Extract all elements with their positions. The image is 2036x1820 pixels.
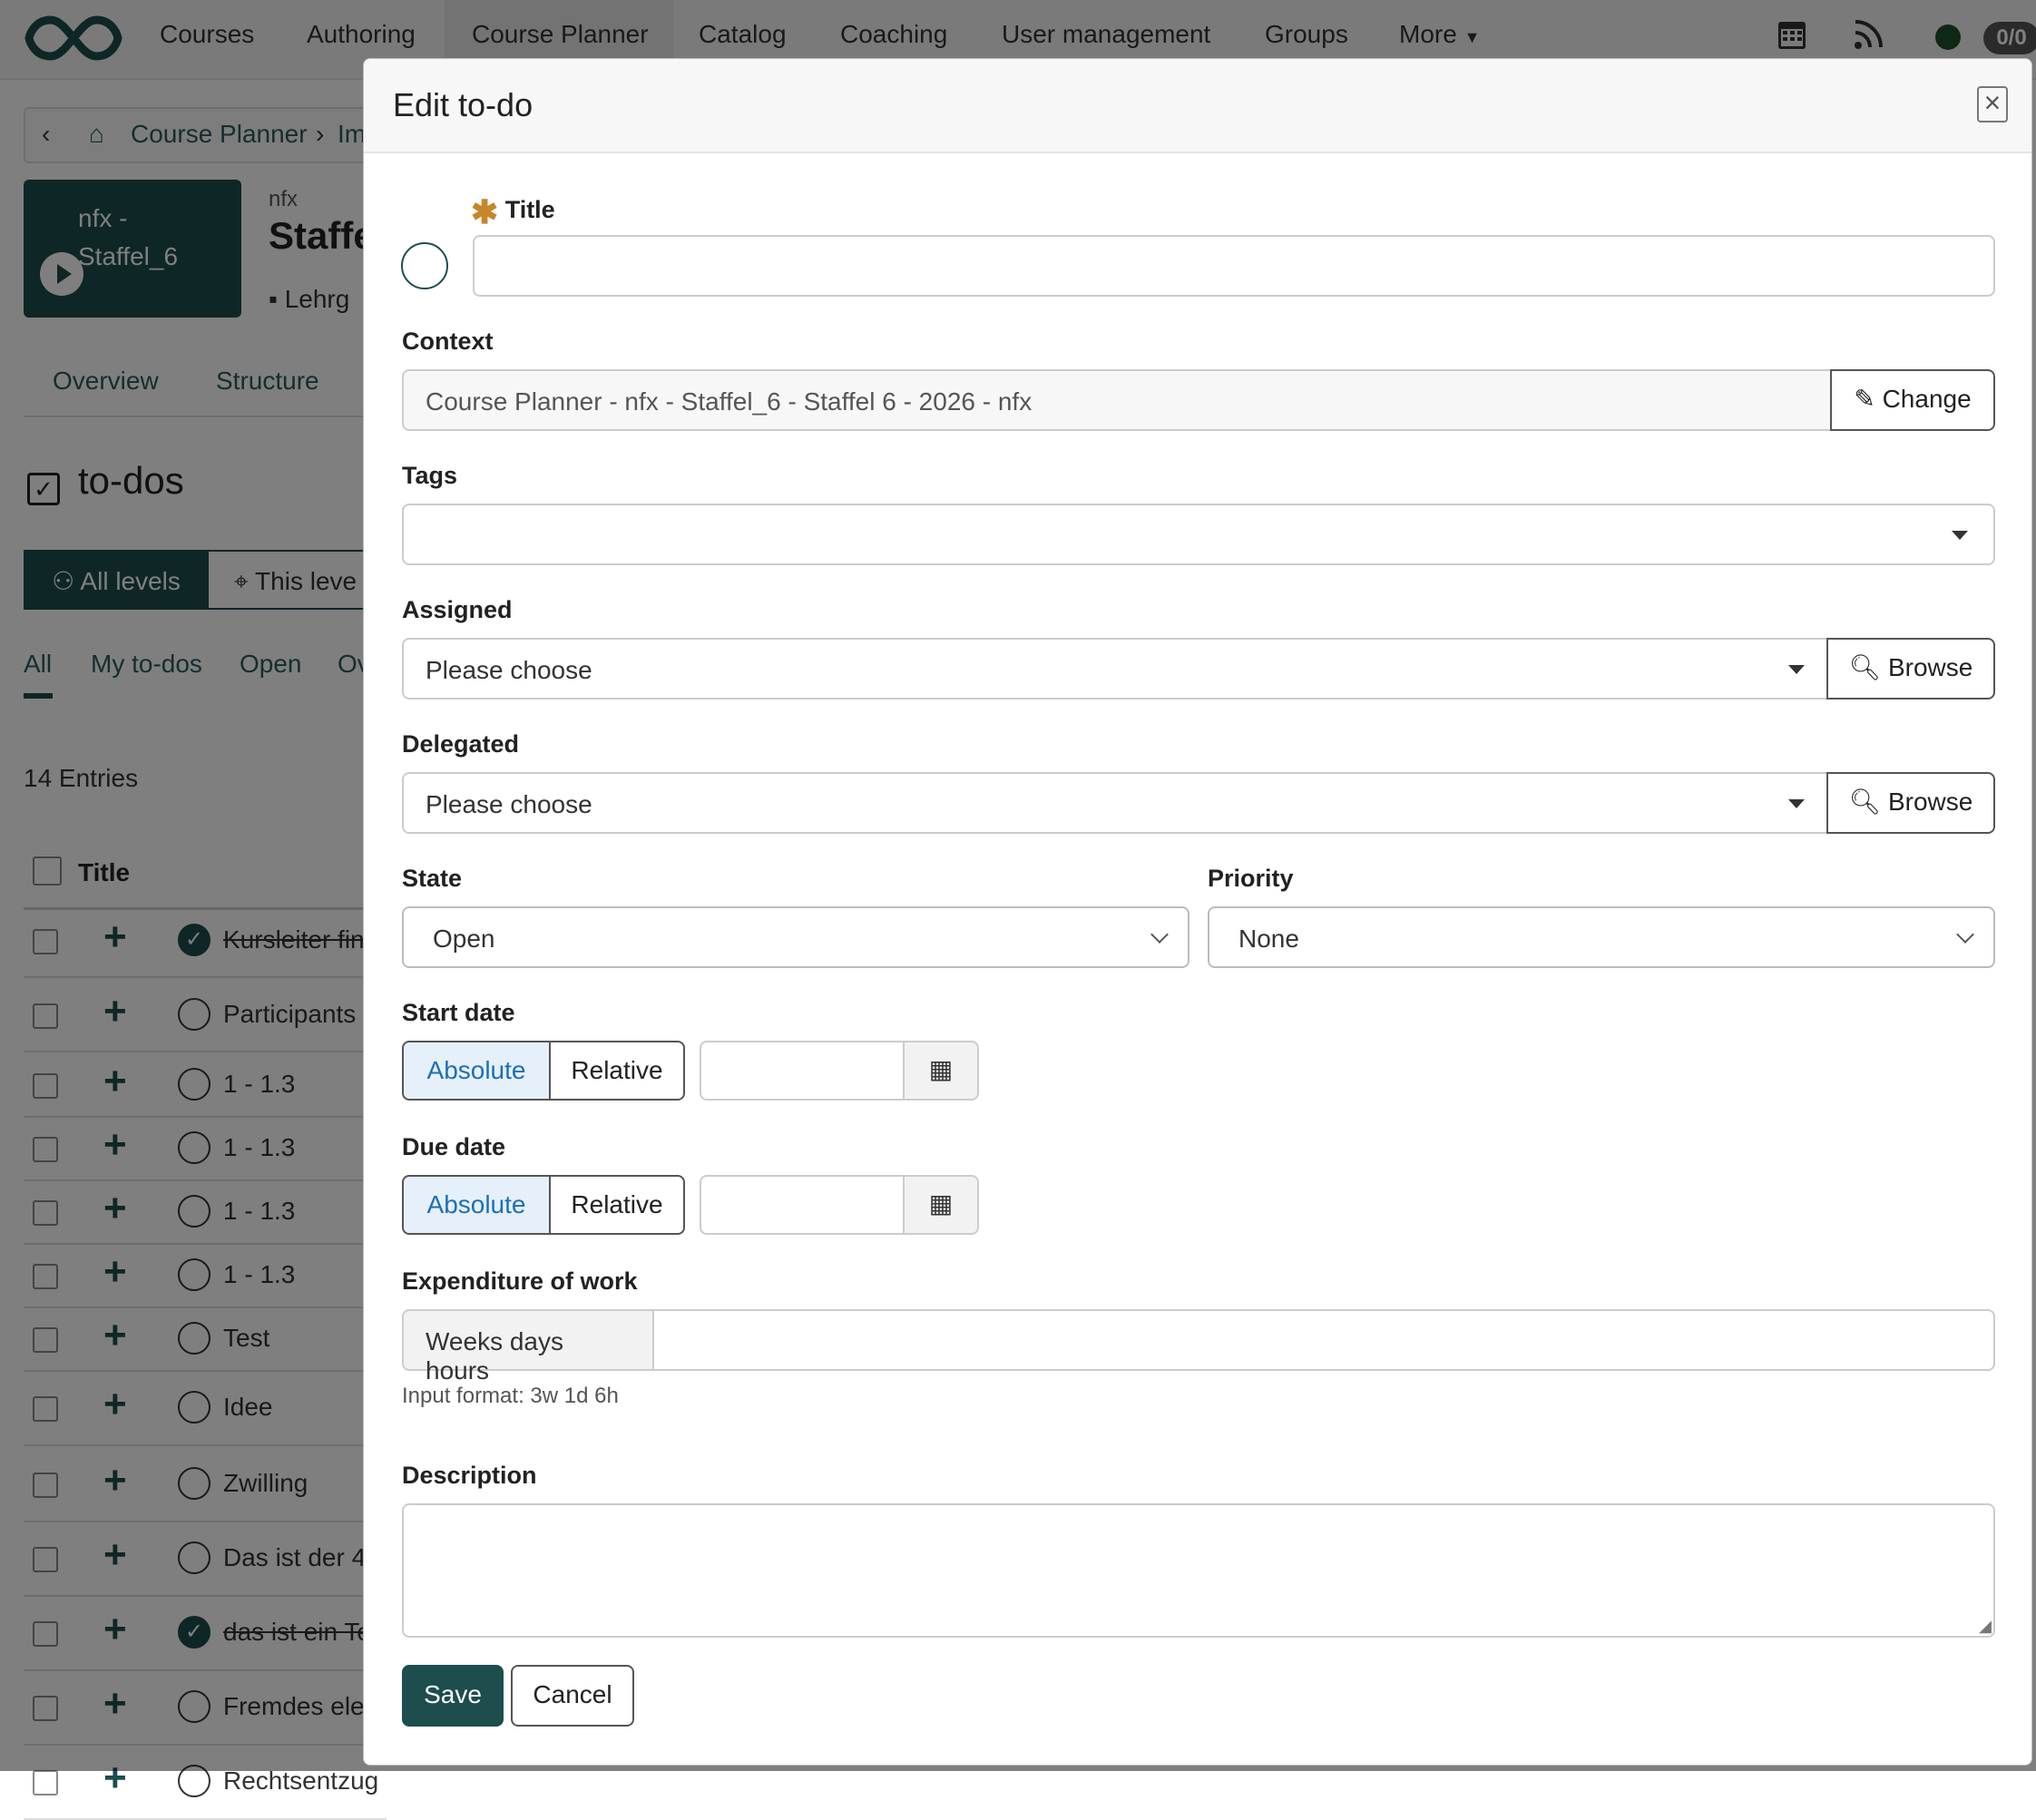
search-icon: 🔍︎	[1848, 653, 1888, 681]
start-relative-toggle[interactable]: Relative	[549, 1041, 685, 1101]
work-label: Expenditure of work	[402, 1267, 638, 1295]
delegated-select[interactable]: Please choose	[402, 772, 1828, 834]
work-addon: Weeks days hours	[402, 1309, 656, 1385]
priority-value: None	[1238, 925, 1299, 953]
work-help: Input format: 3w 1d 6h	[402, 1384, 619, 1408]
tags-select[interactable]	[402, 504, 1995, 565]
due-calendar-icon[interactable]: ▦	[903, 1175, 979, 1235]
priority-chevron-icon	[1956, 925, 1974, 944]
start-date-label: Start date	[402, 999, 515, 1026]
required-asterisk-icon: ✱	[471, 193, 499, 230]
assigned-value: Please choose	[426, 656, 592, 684]
delegated-value: Please choose	[426, 790, 592, 818]
modal-title: Edit to-do	[393, 86, 533, 123]
description-textarea[interactable]: ◢	[402, 1503, 1995, 1638]
state-value: Open	[433, 925, 495, 953]
start-absolute-toggle[interactable]: Absolute	[402, 1041, 551, 1101]
search-icon: 🔍︎	[1848, 788, 1888, 816]
resize-handle-icon[interactable]: ◢	[1979, 1617, 1992, 1636]
start-date-input[interactable]	[700, 1041, 905, 1101]
row-checkbox[interactable]	[33, 1770, 58, 1796]
edit-icon: ✎	[1854, 385, 1883, 413]
title-label: ✱ Title	[471, 193, 555, 231]
context-value: Course Planner - nfx - Staffel_6 - Staff…	[426, 387, 1033, 416]
start-calendar-icon[interactable]: ▦	[903, 1041, 979, 1101]
title-input[interactable]	[473, 235, 1995, 297]
due-absolute-toggle[interactable]: Absolute	[402, 1175, 551, 1235]
priority-select[interactable]: None	[1208, 906, 1995, 968]
assigned-caret-icon	[1788, 665, 1805, 674]
state-chevron-icon	[1150, 925, 1169, 944]
edit-todo-dialog: Edit to-do × ✱ Title Context Course Plan…	[363, 58, 2032, 1766]
close-icon[interactable]: ×	[1977, 86, 2008, 122]
status-circle-toggle[interactable]	[401, 242, 448, 289]
title-label-text: Title	[504, 196, 555, 223]
save-button[interactable]: Save	[402, 1665, 504, 1727]
state-label: State	[402, 865, 463, 892]
due-date-label: Due date	[402, 1133, 506, 1160]
change-context-label: Change	[1882, 385, 1972, 413]
cancel-button[interactable]: Cancel	[511, 1665, 634, 1727]
context-field: Course Planner - nfx - Staffel_6 - Staff…	[402, 369, 1834, 431]
browse-delegated-label: Browse	[1887, 788, 1973, 816]
change-context-button[interactable]: ✎ Change	[1830, 369, 1995, 431]
assigned-select[interactable]: Please choose	[402, 638, 1828, 700]
tags-label: Tags	[402, 462, 458, 489]
due-date-input[interactable]	[700, 1175, 905, 1235]
modal-header: Edit to-do ×	[364, 59, 2031, 153]
assigned-label: Assigned	[402, 596, 513, 623]
due-relative-toggle[interactable]: Relative	[549, 1175, 685, 1235]
priority-label: Priority	[1208, 865, 1294, 892]
delegated-label: Delegated	[402, 730, 520, 758]
browse-assigned-button[interactable]: 🔍︎ Browse	[1826, 638, 1995, 700]
work-input[interactable]	[652, 1309, 1995, 1371]
description-label: Description	[402, 1462, 537, 1489]
browse-assigned-label: Browse	[1887, 653, 1973, 681]
browse-delegated-button[interactable]: 🔍︎ Browse	[1826, 772, 1995, 834]
delegated-caret-icon	[1788, 799, 1805, 808]
state-select[interactable]: Open	[402, 906, 1189, 968]
context-label: Context	[402, 328, 494, 355]
tags-caret-icon	[1952, 531, 1968, 540]
